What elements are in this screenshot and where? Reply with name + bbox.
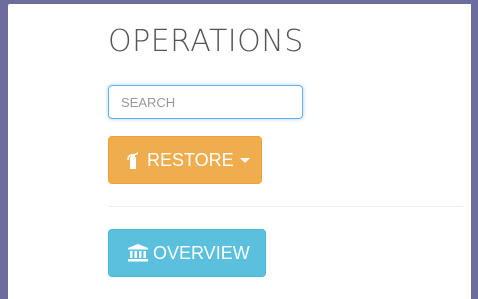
restore-button-label: RESTORE xyxy=(147,149,234,170)
bank-icon xyxy=(127,244,149,262)
main-panel: OPERATIONS RESTORE OVERVIEW xyxy=(8,4,471,299)
divider xyxy=(108,206,463,207)
overview-button[interactable]: OVERVIEW xyxy=(108,229,266,277)
page-title: OPERATIONS xyxy=(108,24,304,59)
fire-extinguisher-icon xyxy=(127,150,143,170)
caret-down-icon xyxy=(239,157,250,163)
search-input[interactable] xyxy=(108,85,303,119)
overview-button-label: OVERVIEW xyxy=(153,242,250,263)
restore-dropdown-button[interactable]: RESTORE xyxy=(108,136,262,184)
